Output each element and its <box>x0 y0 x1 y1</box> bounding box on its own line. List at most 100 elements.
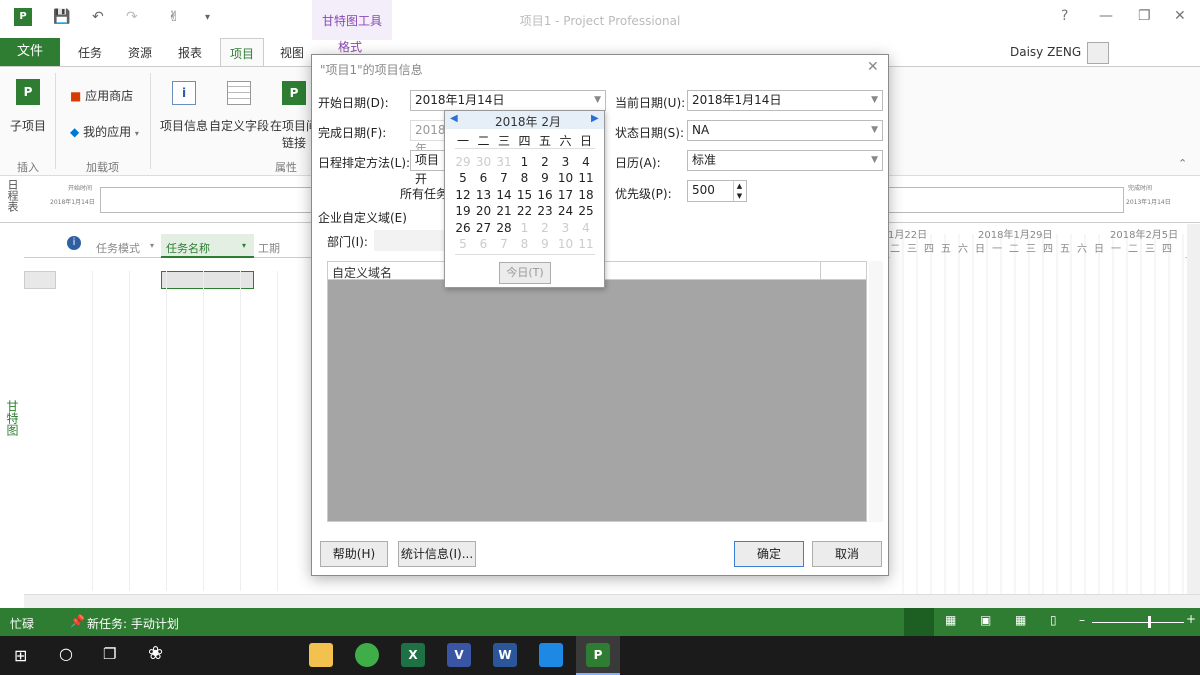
column-duration[interactable]: 工期 <box>258 240 280 256</box>
finish-date-field[interactable]: 2018年 <box>410 120 446 156</box>
horizontal-scrollbar[interactable] <box>24 594 1200 608</box>
view-task-usage-icon[interactable]: ▦ <box>945 613 956 627</box>
calendar-day[interactable]: 7 <box>494 237 514 251</box>
calendar-day[interactable]: 7 <box>494 171 514 185</box>
dialog-close-icon[interactable]: ✕ <box>867 59 879 75</box>
calendar-field[interactable]: 标准 ▼ <box>687 150 883 171</box>
calendar-day[interactable]: 13 <box>474 188 494 202</box>
stepper-up-icon[interactable]: ▲ <box>733 181 745 191</box>
column-task-mode[interactable]: 任务模式 <box>96 240 140 256</box>
calendar-day[interactable]: 11 <box>576 171 596 185</box>
calendar-day[interactable]: 6 <box>474 237 494 251</box>
vertical-scrollbar[interactable] <box>1187 224 1200 594</box>
calendar-day[interactable]: 9 <box>535 171 555 185</box>
calendar-day[interactable]: 28 <box>494 221 514 235</box>
tab-task[interactable]: 任务 <box>78 38 102 66</box>
calendar-day[interactable]: 30 <box>474 155 494 169</box>
calendar-day[interactable]: 10 <box>556 171 576 185</box>
table-scrollbar[interactable] <box>869 261 883 522</box>
cortana-icon[interactable]: ○ <box>59 644 73 663</box>
chevron-down-icon[interactable]: ▼ <box>871 151 878 170</box>
windows-start-icon[interactable]: ⊞ <box>14 646 27 665</box>
calendar-day[interactable]: 16 <box>535 188 555 202</box>
chevron-down-icon[interactable]: ▼ <box>871 91 878 110</box>
subproject-button[interactable]: P 子项目 <box>8 79 48 134</box>
cancel-button[interactable]: 取消 <box>812 541 882 567</box>
calendar-day[interactable]: 12 <box>453 188 473 202</box>
project-taskbar-icon[interactable]: P <box>586 643 610 667</box>
view-gantt-icon[interactable] <box>904 608 934 636</box>
calendar-day[interactable]: 27 <box>474 221 494 235</box>
status-date-field[interactable]: NA ▼ <box>687 120 883 141</box>
new-tasks-mode[interactable]: 新任务: 手动计划 <box>87 615 179 632</box>
next-month-icon[interactable]: ▶ <box>591 113 599 124</box>
app-store-button[interactable]: ■ 应用商店 <box>70 87 133 104</box>
calendar-day[interactable]: 1 <box>515 155 535 169</box>
department-field[interactable] <box>374 230 444 251</box>
calendar-day[interactable]: 17 <box>556 188 576 202</box>
calendar-day[interactable]: 29 <box>453 155 473 169</box>
column-task-name[interactable]: 任务名称 <box>166 240 210 256</box>
zoom-in-icon[interactable]: + <box>1186 612 1196 626</box>
browser-icon[interactable] <box>355 643 379 667</box>
calendar-day[interactable]: 14 <box>494 188 514 202</box>
help-button[interactable]: 帮助(H) <box>320 541 388 567</box>
row-selector[interactable] <box>24 271 56 289</box>
calendar-day[interactable]: 20 <box>474 204 494 218</box>
avatar[interactable] <box>1087 42 1109 64</box>
stepper-down-icon[interactable]: ▼ <box>733 191 745 201</box>
prev-month-icon[interactable]: ◀ <box>450 113 458 124</box>
schedule-from-field[interactable]: 项目开 <box>410 150 446 186</box>
collapse-ribbon-icon[interactable]: ⌃ <box>1178 157 1187 170</box>
screen-recorder-icon[interactable] <box>539 643 563 667</box>
calendar-day[interactable]: 8 <box>515 171 535 185</box>
calendar-day[interactable]: 25 <box>576 204 596 218</box>
calendar-day[interactable]: 24 <box>556 204 576 218</box>
calendar-day[interactable]: 9 <box>535 237 555 251</box>
ok-button[interactable]: 确定 <box>734 541 804 567</box>
calendar-day[interactable]: 31 <box>494 155 514 169</box>
user-name[interactable]: Daisy ZENG <box>1010 45 1081 59</box>
excel-icon[interactable]: X <box>401 643 425 667</box>
calendar-day[interactable]: 19 <box>453 204 473 218</box>
calendar-day[interactable]: 3 <box>556 155 576 169</box>
tab-view[interactable]: 视图 <box>280 38 304 66</box>
pinwheel-app-icon[interactable]: ❀ <box>148 643 163 664</box>
calendar-day[interactable]: 22 <box>515 204 535 218</box>
today-button[interactable]: 今日(T) <box>499 262 551 284</box>
zoom-out-icon[interactable]: – <box>1079 613 1085 627</box>
calendar-day[interactable]: 15 <box>515 188 535 202</box>
current-date-field[interactable]: 2018年1月14日 ▼ <box>687 90 883 111</box>
file-explorer-icon[interactable] <box>309 643 333 667</box>
calendar-day[interactable]: 1 <box>515 221 535 235</box>
calendar-day[interactable]: 23 <box>535 204 555 218</box>
calendar-day[interactable]: 5 <box>453 237 473 251</box>
project-info-button[interactable]: i 项目信息 <box>160 81 208 134</box>
calendar-day[interactable]: 11 <box>576 237 596 251</box>
maximize-icon[interactable]: ❐ <box>1138 8 1151 24</box>
view-report-icon[interactable]: ▯ <box>1050 613 1057 627</box>
chevron-down-icon[interactable]: ▼ <box>871 121 878 140</box>
tab-project[interactable]: 项目 <box>220 38 265 66</box>
zoom-slider[interactable] <box>1092 622 1184 623</box>
calendar-day[interactable]: 8 <box>515 237 535 251</box>
column-dropdown-icon[interactable]: ▾ <box>242 241 246 250</box>
calendar-day[interactable]: 26 <box>453 221 473 235</box>
column-dropdown-icon[interactable]: ▾ <box>150 241 154 250</box>
calendar-day[interactable]: 5 <box>453 171 473 185</box>
calendar-day[interactable]: 2 <box>535 155 555 169</box>
zoom-slider-thumb[interactable] <box>1148 616 1151 628</box>
priority-stepper[interactable]: 500 ▲ ▼ <box>687 180 747 202</box>
calendar-day[interactable]: 18 <box>576 188 596 202</box>
view-resource-sheet-icon[interactable]: ▦ <box>1015 613 1026 627</box>
calendar-day[interactable]: 21 <box>494 204 514 218</box>
start-date-field[interactable]: 2018年1月14日 ▼ <box>410 90 606 111</box>
close-icon[interactable]: ✕ <box>1174 8 1186 24</box>
calendar-day[interactable]: 4 <box>576 221 596 235</box>
calendar-day[interactable]: 6 <box>474 171 494 185</box>
chevron-down-icon[interactable]: ▼ <box>594 91 601 110</box>
my-apps-button[interactable]: ◆ 我的应用 ▾ <box>70 123 139 140</box>
word-icon[interactable]: W <box>493 643 517 667</box>
task-view-icon[interactable]: ❐ <box>103 645 116 663</box>
restore-ribbon-icon[interactable]: — <box>1099 8 1113 24</box>
